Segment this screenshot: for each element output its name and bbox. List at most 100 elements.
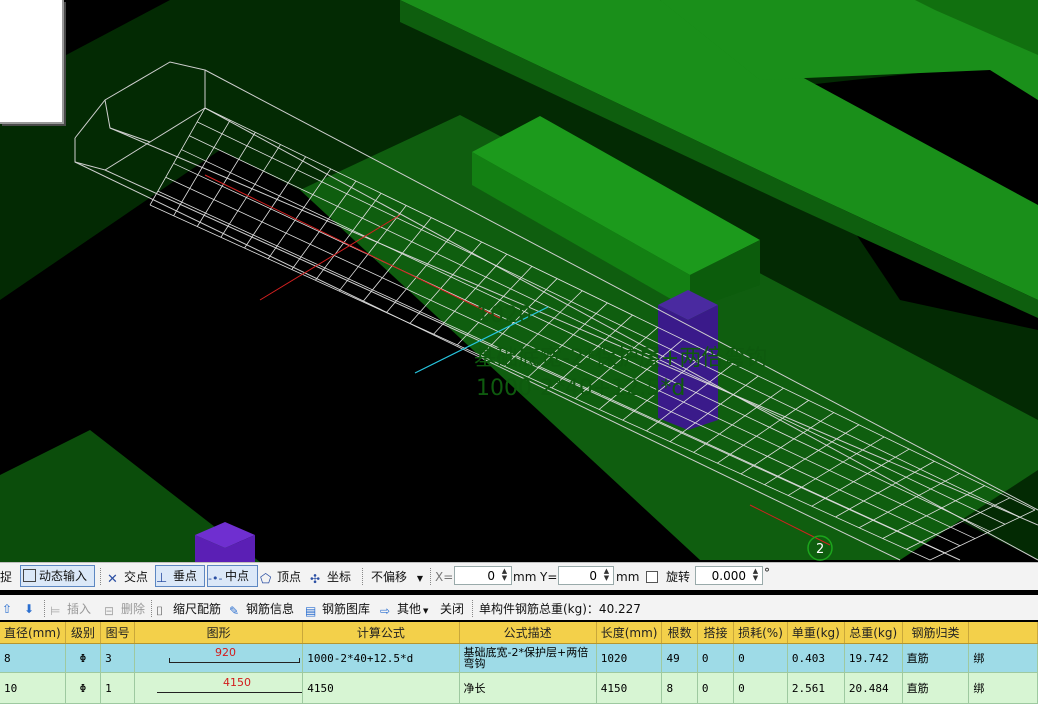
perpendicular-snap-button[interactable]: ⊥ 垂点 xyxy=(155,565,205,587)
header-formula[interactable]: 计算公式 xyxy=(302,622,460,644)
vertex-snap-button[interactable]: ⬠ 顶点 xyxy=(260,567,301,587)
cell-loss[interactable]: 0 xyxy=(733,643,788,673)
floating-panel[interactable] xyxy=(0,0,64,124)
header-figure-no[interactable]: 图号 xyxy=(100,622,135,644)
insert-icon: ⊨ xyxy=(50,604,61,618)
rebar-info-icon: ✎ xyxy=(229,604,240,618)
y-spinner-icon[interactable]: ▲ ▼ xyxy=(602,568,611,583)
checkbox-icon xyxy=(646,571,658,583)
header-total-weight[interactable]: 总重(kg) xyxy=(844,622,903,644)
header-category[interactable]: 钢筋归类 xyxy=(902,622,970,644)
rebar-shape-line xyxy=(156,692,302,693)
other-menu-button[interactable]: ⇨ 其他 ▼ xyxy=(380,599,428,619)
cell-count[interactable]: 49 xyxy=(661,643,698,673)
rotate-input[interactable]: 0.000 ▲ ▼ xyxy=(695,566,763,585)
scale-rebar-button[interactable]: ⌷ 缩尺配筋 xyxy=(156,599,221,619)
cell-figure-no[interactable]: 1 xyxy=(100,672,135,704)
cell-description[interactable]: 基础底宽-2*保护层+两倍弯钩 xyxy=(459,643,597,673)
snap-toolbar: 捉 动态输入 ✕ 交点 ⊥ 垂点 -•- 中点 ⬠ 顶点 ✣ 坐标 不偏移 ▼ X= 0 … xyxy=(0,562,1038,590)
cell-unit-weight[interactable]: 0.403 xyxy=(787,643,845,673)
cell-figure-no[interactable]: 3 xyxy=(100,643,135,673)
rebar-table: 直径(mm) 级别 图号 图形 计算公式 公式描述 长度(mm) 根数 搭接 损… xyxy=(0,622,1038,705)
header-loss[interactable]: 损耗(%) xyxy=(733,622,788,644)
header-length[interactable]: 长度(mm) xyxy=(596,622,663,644)
intersection-icon: ✕ xyxy=(107,572,118,587)
cell-lap[interactable]: 0 xyxy=(697,643,735,673)
cell-formula[interactable]: 1000-2*40+12.5*d xyxy=(302,643,460,673)
perpendicular-label: 垂点 xyxy=(173,569,198,583)
cell-total-weight[interactable]: 20.484 xyxy=(844,672,903,704)
delete-icon: ⊟ xyxy=(104,604,115,618)
midpoint-label: 中点 xyxy=(225,569,250,583)
cell-length[interactable]: 1020 xyxy=(596,643,663,673)
cell-grade[interactable]: Φ xyxy=(65,672,102,704)
move-up-icon[interactable]: ⇧ xyxy=(2,599,12,619)
cell-shape[interactable]: 4150 xyxy=(134,672,304,704)
close-button[interactable]: 关闭 xyxy=(440,599,464,619)
cell-extra[interactable]: 绑 xyxy=(968,672,1038,704)
cell-loss[interactable]: 0 xyxy=(733,672,788,704)
header-extra[interactable] xyxy=(968,622,1038,644)
header-grade[interactable]: 级别 xyxy=(65,622,102,644)
header-description[interactable]: 公式描述 xyxy=(459,622,597,644)
y-offset-input[interactable]: 0 ▲ ▼ xyxy=(558,566,614,585)
cell-grade[interactable]: Φ xyxy=(65,643,102,673)
delete-button[interactable]: ⊟ 删除 xyxy=(104,599,145,619)
cell-extra[interactable]: 绑 xyxy=(968,643,1038,673)
3d-viewport[interactable]: 2 1020 基础底宽-2*保护层+两倍弯钩 1000-2*40+12.5*d xyxy=(0,0,1038,562)
insert-button[interactable]: ⊨ 插入 xyxy=(50,599,91,619)
rebar-info-label: 钢筋信息 xyxy=(246,602,295,616)
cell-formula[interactable]: 4150 xyxy=(302,672,460,704)
x-spinner-icon[interactable]: ▲ ▼ xyxy=(500,568,509,583)
rotate-checkbox[interactable] xyxy=(646,567,661,587)
coordinate-snap-button[interactable]: ✣ 坐标 xyxy=(310,567,351,587)
cell-category[interactable]: 直筋 xyxy=(902,643,970,673)
header-diameter[interactable]: 直径(mm) xyxy=(0,622,66,644)
cell-description[interactable]: 净长 xyxy=(459,672,597,704)
total-weight-label: 单构件钢筋总重(kg)：40.227 xyxy=(479,602,641,616)
x-offset-input[interactable]: 0 ▲ ▼ xyxy=(454,566,512,585)
chevron-down-icon: ▼ xyxy=(416,574,423,583)
intersection-snap-button[interactable]: ✕ 交点 xyxy=(107,567,148,587)
move-down-icon[interactable]: ⬇ xyxy=(24,599,34,619)
annotation-description: 基础底宽-2*保护层+两倍弯钩 xyxy=(474,346,768,371)
cell-diameter[interactable]: 8 xyxy=(0,643,66,673)
cell-lap[interactable]: 0 xyxy=(697,672,735,704)
cell-total-weight[interactable]: 19.742 xyxy=(844,643,903,673)
midpoint-snap-button[interactable]: -•- 中点 xyxy=(207,565,258,587)
rebar-shape-line xyxy=(168,662,299,663)
rebar-info-button[interactable]: ✎ 钢筋信息 xyxy=(229,599,294,619)
dynamic-input-button[interactable]: 动态输入 xyxy=(20,565,95,587)
annotation-formula: 1000-2*40+12.5*d xyxy=(476,376,686,401)
axis-marker: 2 xyxy=(816,542,824,557)
header-lap[interactable]: 搭接 xyxy=(697,622,735,644)
coordinate-icon: ✣ xyxy=(310,572,321,586)
dynamic-input-label: 动态输入 xyxy=(39,569,88,583)
snap-partial-label[interactable]: 捉 xyxy=(0,567,12,587)
header-count[interactable]: 根数 xyxy=(661,622,698,644)
cell-diameter[interactable]: 10 xyxy=(0,672,66,704)
cell-unit-weight[interactable]: 2.561 xyxy=(787,672,845,704)
cell-category[interactable]: 直筋 xyxy=(902,672,970,704)
viewport-scene[interactable]: 2 xyxy=(0,0,1038,562)
y-offset-value: 0 xyxy=(589,569,597,583)
cell-count[interactable]: 8 xyxy=(661,672,698,704)
rotate-spinner-icon[interactable]: ▲ ▼ xyxy=(751,568,760,583)
cell-shape[interactable]: 920 xyxy=(134,643,304,673)
offset-mode-value: 不偏移 xyxy=(371,570,408,584)
rebar-library-label: 钢筋图库 xyxy=(322,602,371,616)
rotate-label: 旋转 xyxy=(666,570,691,584)
rebar-library-button[interactable]: ▤ 钢筋图库 xyxy=(305,599,370,619)
header-shape[interactable]: 图形 xyxy=(134,622,304,644)
offset-mode-select[interactable]: 不偏移 ▼ xyxy=(371,567,427,587)
scale-rebar-icon: ⌷ xyxy=(156,604,164,618)
table-row[interactable]: 10 Φ 1 4150 4150 净长 4150 8 0 0 2.561 20.… xyxy=(0,672,1038,704)
y-label: Y= xyxy=(540,570,558,584)
delete-label: 删除 xyxy=(121,602,146,616)
cell-length[interactable]: 4150 xyxy=(596,672,663,704)
header-unit-weight[interactable]: 单重(kg) xyxy=(787,622,845,644)
annotation-length: 1020 xyxy=(476,303,532,328)
table-row[interactable]: 8 Φ 3 920 1000-2*40+12.5*d 基础底宽-2*保护层+两倍… xyxy=(0,643,1038,673)
x-unit: mm xyxy=(513,570,537,584)
chevron-down-icon: ▼ xyxy=(423,607,429,615)
